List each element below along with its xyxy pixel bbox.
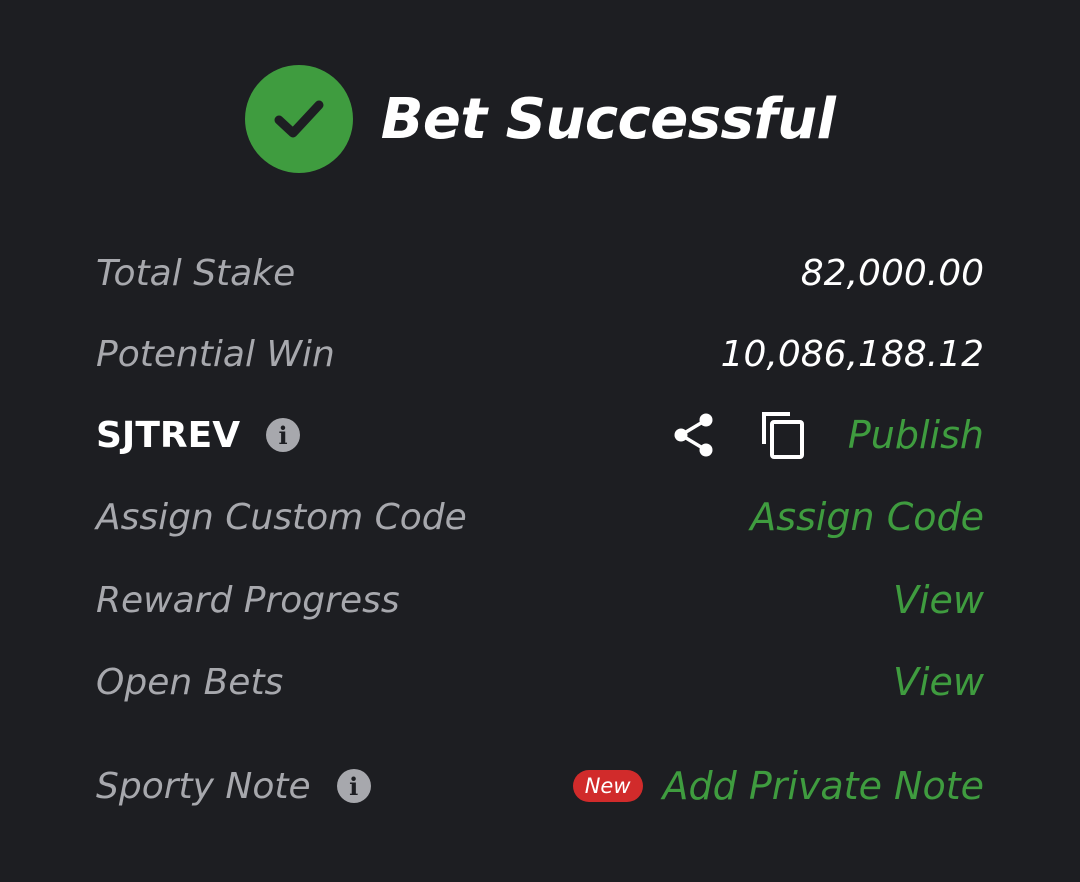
booking-code: SJTREV: [96, 414, 241, 456]
info-icon[interactable]: i: [336, 769, 371, 803]
assign-code-button[interactable]: Assign Code: [750, 495, 984, 539]
custom-code-row: Assign Custom Code Assign Code: [96, 487, 984, 547]
add-private-note-button[interactable]: Add Private Note: [663, 764, 985, 808]
potential-win-row: Potential Win 10,086,188.12: [96, 324, 984, 384]
booking-code-row: SJTREV i Publish: [96, 405, 984, 465]
reward-progress-view-button[interactable]: View: [893, 578, 984, 622]
total-stake-label: Total Stake: [96, 252, 296, 294]
page-title: Bet Successful: [380, 86, 836, 152]
total-stake-value: 82,000.00: [800, 252, 984, 294]
checkmark-icon: [244, 65, 353, 173]
reward-progress-row: Reward Progress View: [96, 570, 984, 630]
publish-button[interactable]: Publish: [848, 413, 984, 457]
success-header: Bet Successful: [0, 64, 1080, 174]
potential-win-value: 10,086,188.12: [720, 333, 984, 375]
info-icon[interactable]: i: [266, 418, 301, 452]
potential-win-label: Potential Win: [96, 333, 335, 375]
new-badge: New: [572, 770, 643, 802]
open-bets-view-button[interactable]: View: [893, 660, 984, 704]
share-icon[interactable]: [672, 412, 716, 458]
open-bets-row: Open Bets View: [96, 652, 984, 712]
open-bets-label: Open Bets: [96, 661, 284, 703]
sporty-note-label: Sporty Note: [96, 765, 311, 807]
reward-progress-label: Reward Progress: [96, 579, 400, 621]
total-stake-row: Total Stake 82,000.00: [96, 243, 984, 303]
sporty-note-row: Sporty Note i New Add Private Note: [96, 756, 984, 816]
copy-icon[interactable]: [760, 410, 806, 460]
custom-code-label: Assign Custom Code: [96, 496, 467, 538]
